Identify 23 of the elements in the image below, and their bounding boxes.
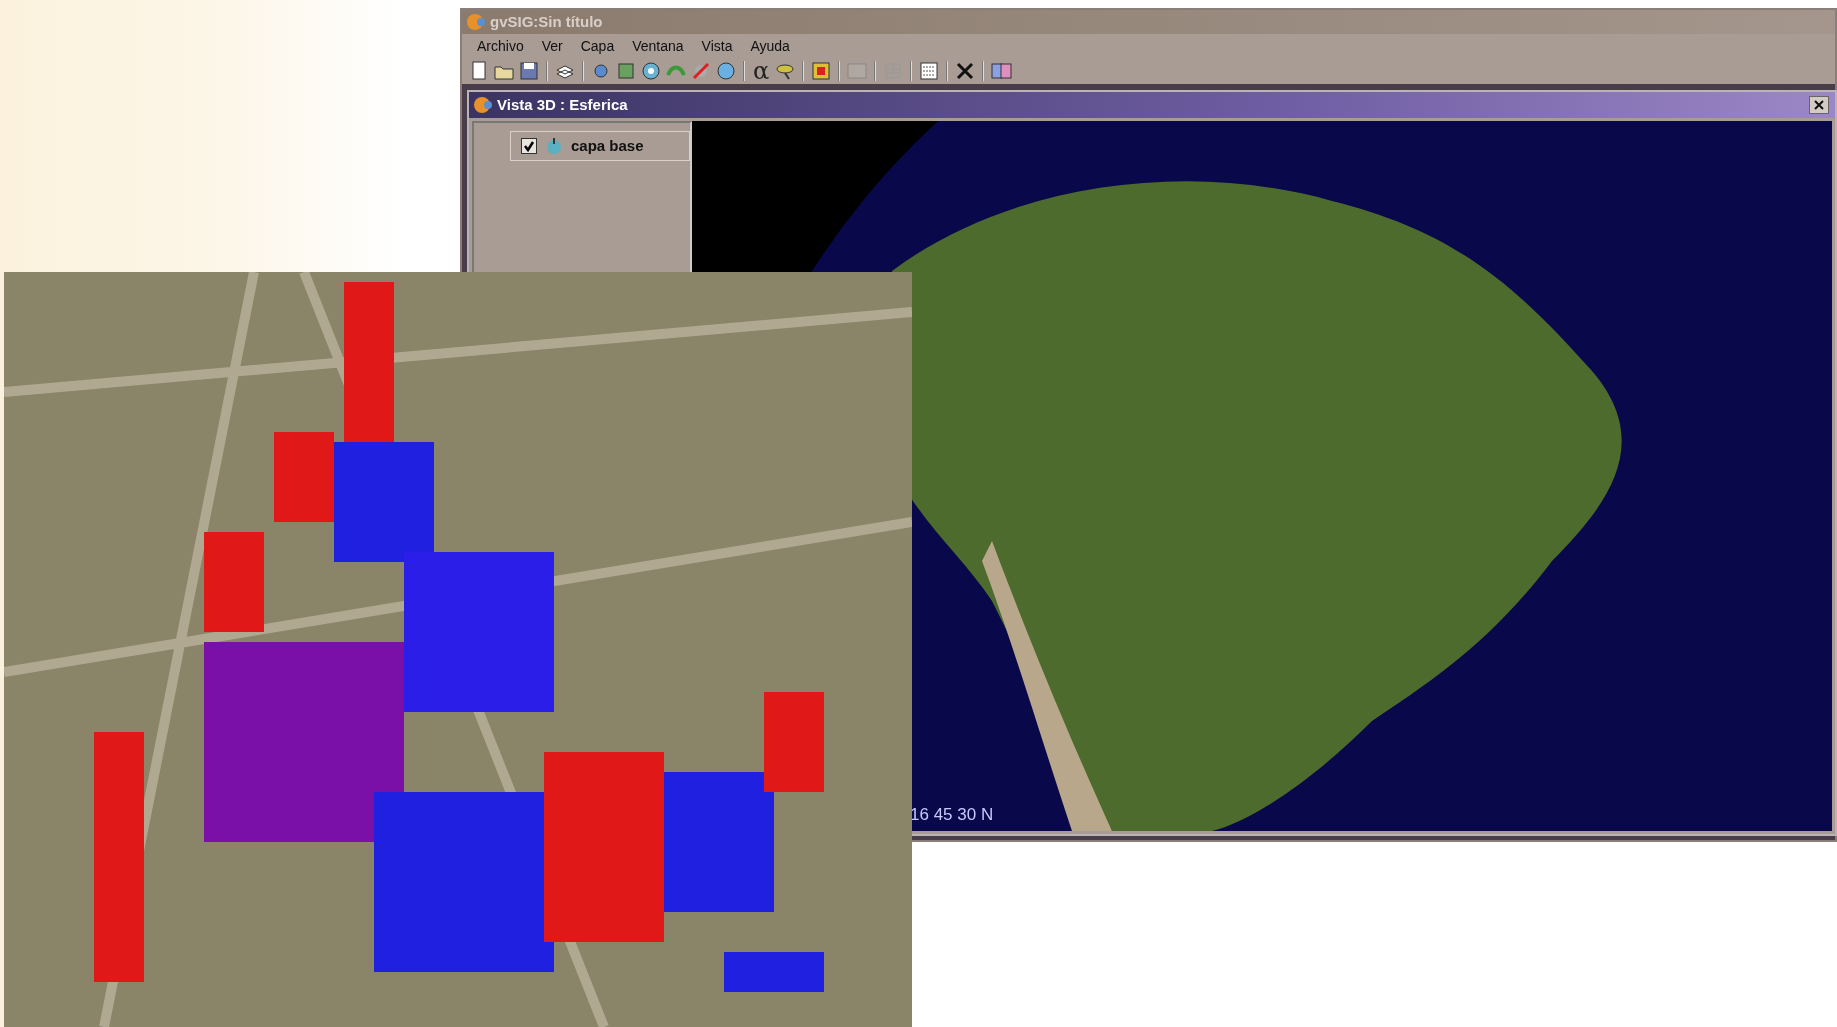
menu-item[interactable]: Vista bbox=[692, 35, 742, 57]
app-logo-icon bbox=[466, 13, 486, 31]
menu-item[interactable]: Archivo bbox=[468, 35, 533, 57]
app-logo-icon bbox=[473, 96, 493, 114]
frame-button[interactable] bbox=[810, 60, 833, 83]
alpha-tool-button[interactable]: α bbox=[751, 60, 772, 83]
view-window-title: Vista 3D : Esferica bbox=[497, 94, 628, 115]
layer-name: capa base bbox=[571, 135, 644, 156]
close-button[interactable] bbox=[1809, 96, 1829, 114]
layer-checkbox[interactable] bbox=[521, 138, 537, 154]
grid-button[interactable] bbox=[918, 60, 941, 83]
close-icon bbox=[1813, 99, 1825, 111]
layer-globe-icon bbox=[545, 137, 563, 155]
globe-button[interactable] bbox=[715, 60, 737, 83]
menu-item[interactable]: Ventana bbox=[623, 35, 693, 57]
menu-item[interactable]: Ayuda bbox=[741, 35, 799, 57]
layer-row[interactable]: capa base bbox=[510, 131, 690, 161]
window-title: gvSIG:Sin título bbox=[490, 11, 603, 32]
menu-item[interactable]: Capa bbox=[571, 35, 624, 57]
zoom-button[interactable] bbox=[640, 60, 662, 83]
save-button[interactable] bbox=[518, 60, 540, 83]
menu-item[interactable]: Ver bbox=[532, 35, 572, 57]
coordinates-label: 16 45 30 N bbox=[910, 803, 994, 826]
